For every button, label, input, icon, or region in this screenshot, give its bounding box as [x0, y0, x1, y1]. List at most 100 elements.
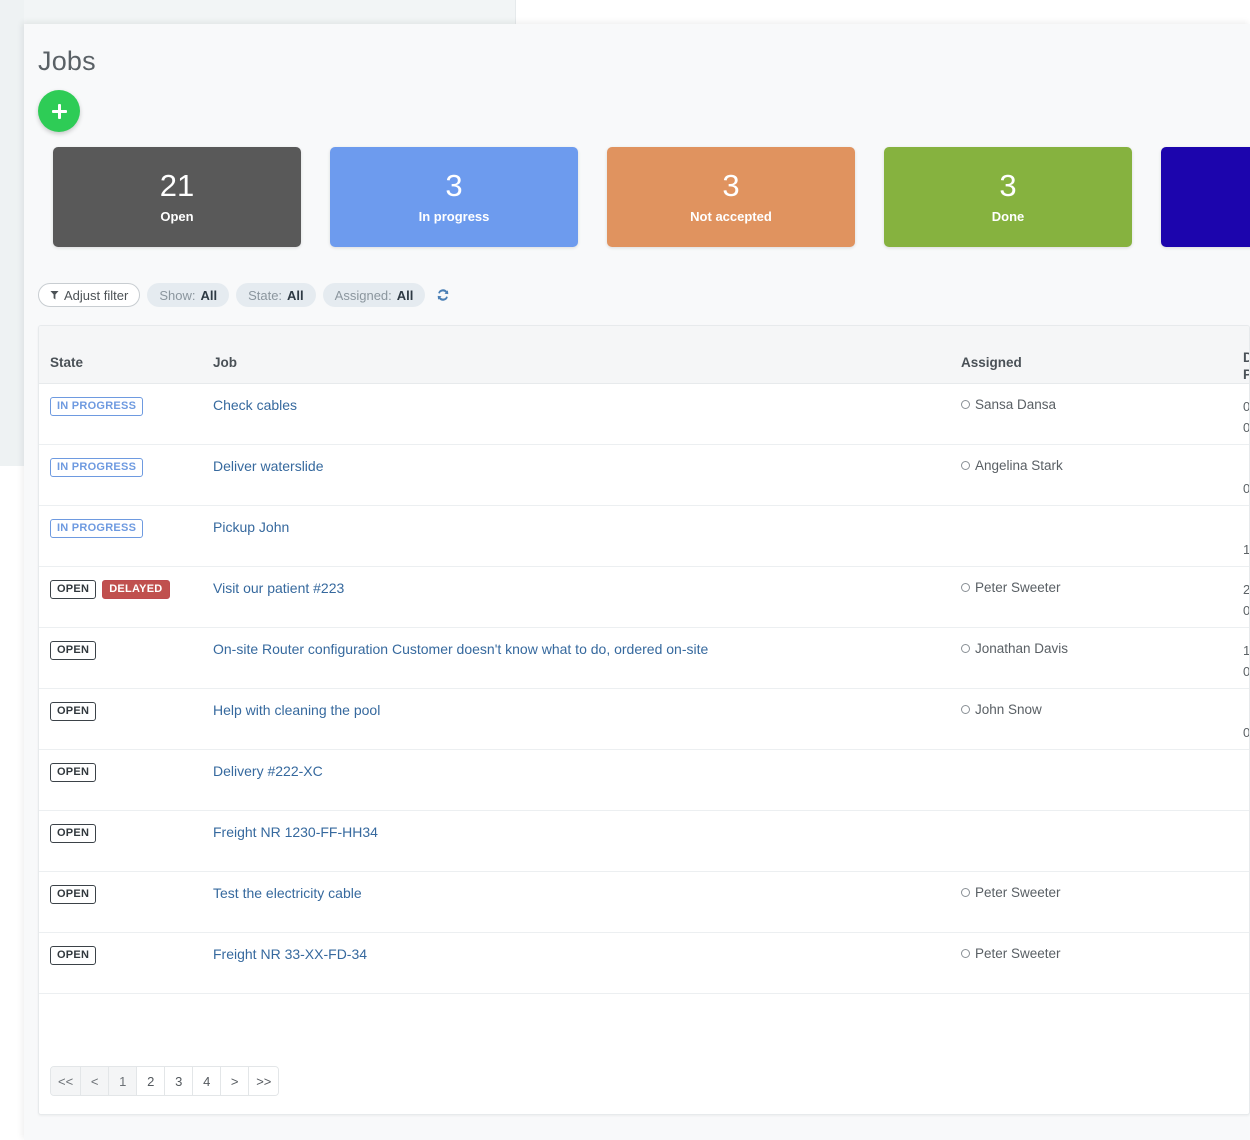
stat-card[interactable]: 3 Done — [884, 147, 1132, 247]
filter-bar: Adjust filter Show: All State: All Assig… — [38, 283, 451, 307]
pagination-button[interactable]: > — [221, 1067, 250, 1095]
job-link[interactable]: Help with cleaning the pool — [213, 702, 380, 718]
column-header-date-line1: D — [1243, 349, 1249, 366]
pagination-button[interactable]: 1 — [109, 1067, 138, 1095]
pagination-button[interactable]: >> — [249, 1067, 279, 1095]
date-values — [1243, 884, 1249, 926]
cell-date — [1243, 932, 1249, 994]
filter-chip-show-value: All — [200, 287, 218, 303]
cell-state: OPEN — [39, 688, 213, 750]
stat-card[interactable] — [1161, 147, 1250, 247]
cell-date: 20 — [1243, 566, 1249, 628]
status-badge: OPEN — [50, 701, 97, 721]
job-link[interactable]: Test the electricity cable — [213, 885, 362, 901]
pagination-button[interactable]: 4 — [193, 1067, 222, 1095]
pagination-button[interactable]: << — [51, 1067, 82, 1095]
app-root: Jobs 21 Open 3 In progress 3 Not accepted 3 Don… — [0, 0, 1250, 1140]
cell-state: OPEN — [39, 871, 213, 933]
table-row[interactable]: OPEN Test the electricity cable Peter Swee… — [39, 871, 1249, 933]
assignee-name: Angelina Stark — [975, 457, 1063, 473]
cell-assigned: Peter Sweeter — [961, 871, 1243, 933]
pagination-button[interactable]: 3 — [165, 1067, 194, 1095]
job-link[interactable]: Deliver waterslide — [213, 458, 323, 474]
cell-date: 10 — [1243, 627, 1249, 689]
cell-state: OPEN — [39, 627, 213, 689]
status-badge: OPEN — [50, 823, 97, 843]
cell-date: 1 — [1243, 505, 1250, 567]
column-header-date[interactable]: D P — [1243, 326, 1249, 384]
date-values: 0 — [1243, 701, 1249, 743]
status-badge: OPEN — [50, 884, 97, 904]
job-link[interactable]: Delivery #222-XC — [213, 763, 323, 779]
status-badge: OPEN — [50, 945, 97, 965]
job-link[interactable]: Freight NR 33-XX-FD-34 — [213, 946, 367, 962]
date-values — [1243, 823, 1249, 865]
pagination-button[interactable]: 2 — [137, 1067, 166, 1095]
table-row[interactable]: OPEN DELAYED Visit our patient #223 Peter S… — [39, 566, 1249, 628]
refresh-icon — [438, 289, 449, 301]
filter-funnel-icon — [50, 290, 59, 300]
cell-assigned — [961, 810, 1243, 872]
stat-card-label: Not accepted — [690, 209, 772, 225]
stat-card[interactable]: 3 In progress — [330, 147, 578, 247]
assignee: Jonathan Davis — [961, 641, 1068, 656]
avatar-circle-icon — [961, 582, 970, 592]
stat-card-value: 21 — [159, 167, 195, 203]
cell-state: OPEN DELAYED — [39, 566, 213, 628]
job-link[interactable]: Check cables — [213, 397, 297, 413]
adjust-filter-label: Adjust filter — [64, 287, 129, 303]
stat-card-value: 3 — [445, 167, 463, 203]
cell-job: Freight NR 1230-FF-HH34 — [213, 810, 961, 872]
filter-chip-show[interactable]: Show: All — [147, 283, 230, 307]
table-row[interactable]: IN PROGRESS Deliver waterslide Angelina St… — [39, 444, 1249, 506]
table-row[interactable]: OPEN Freight NR 33-XX-FD-34 Peter Sweeter — [39, 932, 1249, 994]
cell-job: Freight NR 33-XX-FD-34 — [213, 932, 961, 994]
filter-chip-state[interactable]: State: All — [236, 283, 316, 307]
filter-chip-assigned[interactable]: Assigned: All — [322, 283, 426, 307]
stat-card[interactable]: 3 Not accepted — [607, 147, 855, 247]
table-row[interactable]: OPEN Delivery #222-XC — [39, 749, 1249, 811]
table-row[interactable]: OPEN On-site Router configuration Custome… — [39, 627, 1249, 689]
date-values — [1243, 762, 1249, 804]
filter-chip-assigned-value: All — [396, 287, 414, 303]
job-link[interactable]: Freight NR 1230-FF-HH34 — [213, 824, 378, 840]
refresh-button[interactable] — [432, 287, 451, 303]
table-row[interactable]: IN PROGRESS Check cables Sansa Dansa 0 0 — [39, 383, 1249, 445]
cell-state: OPEN — [39, 932, 213, 994]
column-header-job[interactable]: Job — [213, 326, 961, 384]
table-row[interactable]: OPEN Freight NR 1230-FF-HH34 — [39, 810, 1249, 872]
add-job-button[interactable] — [38, 90, 80, 132]
cell-job: Help with cleaning the pool — [213, 688, 961, 750]
cell-state: IN PROGRESS — [39, 383, 213, 445]
cell-date: 0 — [1243, 688, 1249, 750]
cell-date — [1243, 871, 1249, 933]
cell-job: On-site Router configuration Customer do… — [213, 627, 961, 689]
table-row[interactable]: OPEN Help with cleaning the pool John Snow… — [39, 688, 1249, 750]
cell-date: 0 — [1243, 444, 1249, 506]
pagination: << <1 2 3 4 > >> — [50, 1066, 280, 1096]
date-line-1 — [1243, 823, 1249, 844]
date-line-2: 1 — [1243, 541, 1250, 557]
assignee-name: John Snow — [975, 701, 1042, 717]
job-link[interactable]: On-site Router configuration Customer do… — [213, 641, 708, 657]
status-badge: IN PROGRESS — [50, 457, 144, 477]
cell-job: Delivery #222-XC — [213, 749, 961, 811]
stat-card-label: In progress — [418, 209, 490, 225]
filter-chip-assigned-label: Assigned: — [334, 287, 392, 303]
date-line-2 — [1243, 905, 1249, 926]
pagination-button[interactable]: < — [81, 1067, 110, 1095]
adjust-filter-button[interactable]: Adjust filter — [38, 283, 141, 307]
date-values: 20 — [1243, 579, 1249, 621]
cell-assigned: Jonathan Davis — [961, 627, 1243, 689]
cell-date — [1243, 749, 1249, 811]
jobs-table: State Job Assigned D P IN PROGRESS Check … — [39, 326, 1250, 994]
job-link[interactable]: Visit our patient #223 — [213, 580, 344, 596]
stat-card-value: 3 — [722, 167, 740, 203]
date-line-1 — [1243, 518, 1249, 539]
column-header-state[interactable]: State — [39, 326, 213, 384]
avatar-circle-icon — [961, 948, 970, 958]
stat-card[interactable]: 21 Open — [53, 147, 301, 247]
column-header-assigned[interactable]: Assigned — [961, 326, 1243, 384]
table-row[interactable]: IN PROGRESS Pickup John 1 — [39, 505, 1250, 567]
job-link[interactable]: Pickup John — [213, 519, 289, 535]
